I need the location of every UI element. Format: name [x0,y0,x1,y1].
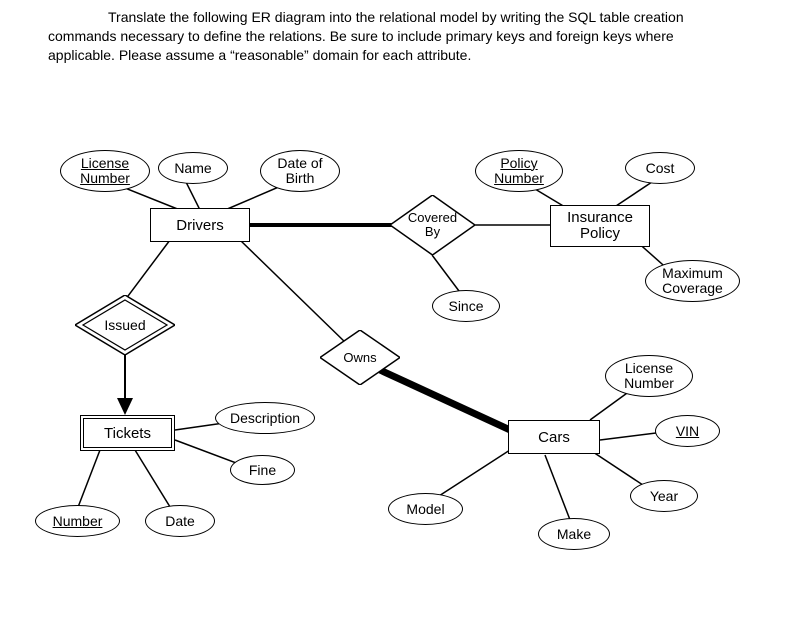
attr-date-of-birth: Date of Birth [260,150,340,192]
attr-max-coverage: Maximum Coverage [645,260,740,302]
attr-make-label: Make [557,526,591,542]
attr-since-label: Since [448,298,483,314]
attr-make: Make [538,518,610,550]
entity-cars: Cars [508,420,600,454]
attr-max-coverage-label: Maximum Coverage [662,266,723,297]
rel-issued: Issued [75,295,175,355]
entity-drivers-label: Drivers [176,217,224,234]
attr-vin-label: VIN [676,423,699,439]
attr-cost-label: Cost [646,160,675,176]
attr-date-label: Date [165,513,195,529]
attr-date: Date [145,505,215,537]
attr-description: Description [215,402,315,434]
entity-insurance-policy: Insurance Policy [550,205,650,247]
entity-insurance-label: Insurance Policy [567,210,633,243]
rel-covered-by: Covered By [390,195,475,255]
attr-license-number-car-label: License Number [624,361,674,392]
rel-covered-by-label: Covered By [408,211,457,240]
attr-name-label: Name [174,160,211,176]
attr-license-number-car: License Number [605,355,693,397]
attr-license-number-driver: License Number [60,150,150,192]
attr-fine: Fine [230,455,295,485]
attr-policy-number: Policy Number [475,150,563,192]
attr-year-label: Year [650,488,678,504]
attr-year: Year [630,480,698,512]
attr-number-label: Number [53,513,103,529]
entity-tickets-label: Tickets [104,425,151,442]
attr-number: Number [35,505,120,537]
rel-owns-label: Owns [343,350,376,365]
attr-model-label: Model [406,501,444,517]
rel-issued-label: Issued [104,317,145,333]
attr-cost: Cost [625,152,695,184]
attr-model: Model [388,493,463,525]
attr-policy-number-label: Policy Number [494,156,544,187]
er-diagram: Drivers Insurance Policy Tickets Cars Co… [0,0,794,620]
rel-owns: Owns [320,330,400,385]
attr-since: Since [432,290,500,322]
attr-name: Name [158,152,228,184]
attr-description-label: Description [230,410,300,426]
attr-vin: VIN [655,415,720,447]
attr-dob-label: Date of Birth [277,156,322,187]
attr-license-number-driver-label: License Number [80,156,130,187]
entity-tickets: Tickets [80,415,175,451]
entity-cars-label: Cars [538,429,570,446]
attr-fine-label: Fine [249,462,276,478]
entity-drivers: Drivers [150,208,250,242]
